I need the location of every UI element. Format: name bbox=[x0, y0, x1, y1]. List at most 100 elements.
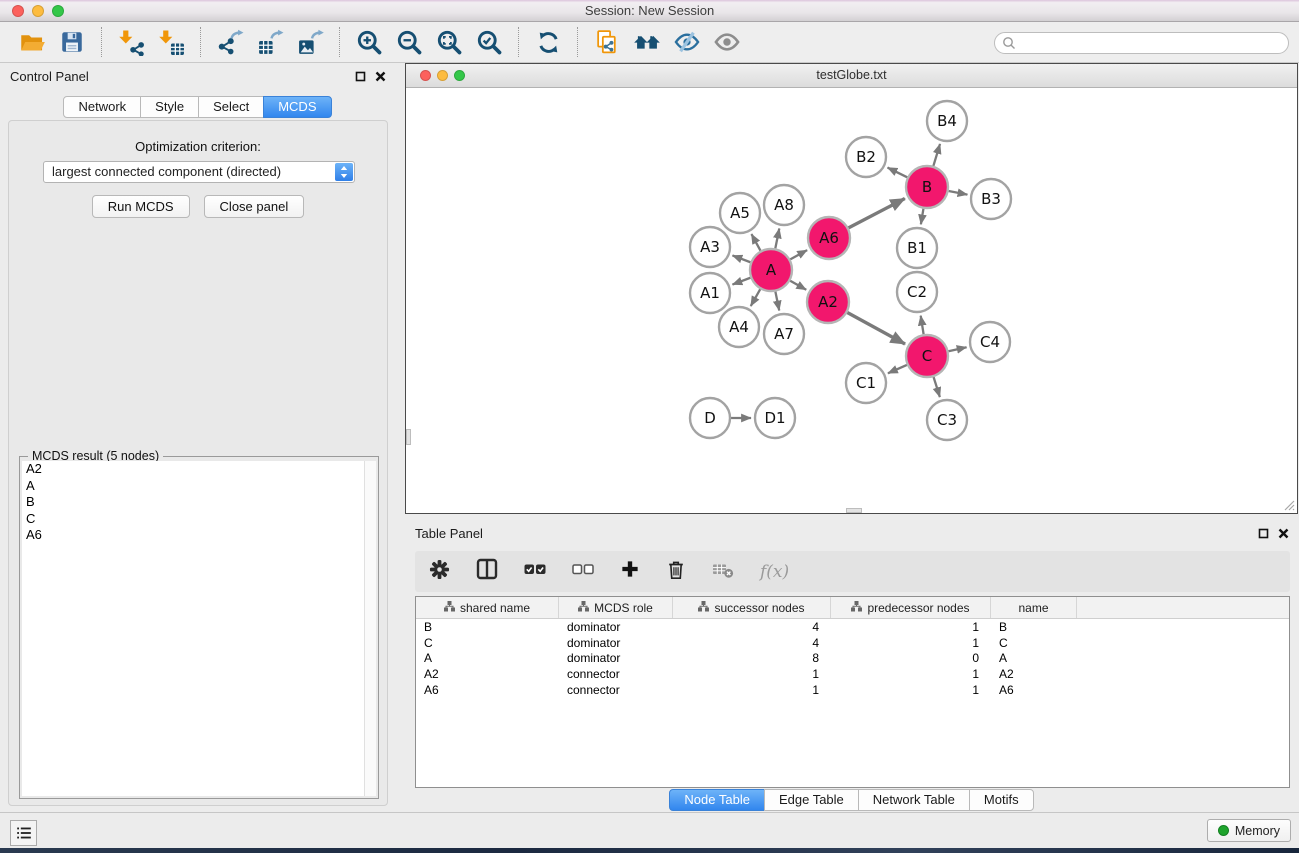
graph-edge-B-B2[interactable] bbox=[888, 168, 908, 178]
table-row[interactable]: Bdominator41B bbox=[416, 619, 1289, 635]
tab-network[interactable]: Network bbox=[63, 96, 141, 118]
network-graph-canvas[interactable]: AA1A2A3A4A5A6A7A8BB1B2B3B4CC1C2C3C4DD1 bbox=[406, 89, 1297, 513]
delete-table-icon[interactable] bbox=[712, 560, 734, 584]
graph-edge-C-C4[interactable] bbox=[948, 347, 966, 351]
table-cell[interactable]: dominator bbox=[559, 651, 673, 665]
search-input[interactable] bbox=[994, 32, 1289, 54]
table-cell[interactable]: dominator bbox=[559, 620, 673, 634]
table-cell[interactable]: 1 bbox=[673, 667, 831, 681]
mcds-result-item[interactable]: A bbox=[22, 478, 376, 495]
table-cell[interactable]: 4 bbox=[673, 620, 831, 634]
save-session-icon[interactable] bbox=[55, 25, 89, 59]
table-cell[interactable]: connector bbox=[559, 683, 673, 697]
table-cell[interactable]: 1 bbox=[831, 636, 991, 650]
table-cell[interactable]: 1 bbox=[831, 667, 991, 681]
canvas-bottom-scroll-handle[interactable] bbox=[846, 508, 862, 513]
export-image-icon[interactable] bbox=[293, 25, 327, 59]
graph-edge-A-A6[interactable] bbox=[790, 250, 807, 259]
graph-edge-A-A2[interactable] bbox=[790, 281, 806, 290]
table-cell[interactable]: 8 bbox=[673, 651, 831, 665]
float-panel-icon[interactable] bbox=[355, 71, 366, 82]
table-row[interactable]: A2connector11A2 bbox=[416, 666, 1289, 682]
canvas-left-scroll-handle[interactable] bbox=[406, 429, 411, 445]
open-file-icon[interactable] bbox=[15, 25, 49, 59]
table-cell[interactable]: C bbox=[416, 636, 559, 650]
graph-edge-C-C1[interactable] bbox=[888, 365, 907, 373]
run-mcds-button[interactable]: Run MCDS bbox=[92, 195, 190, 218]
mcds-result-item[interactable]: A2 bbox=[22, 461, 376, 478]
graph-edge-A-A1[interactable] bbox=[732, 278, 750, 285]
graph-edge-A-A7[interactable] bbox=[775, 292, 779, 311]
table-cell[interactable]: B bbox=[416, 620, 559, 634]
column-header-predecessor-nodes[interactable]: predecessor nodes bbox=[831, 597, 991, 618]
table-cell[interactable]: A2 bbox=[416, 667, 559, 681]
import-network-icon[interactable] bbox=[114, 25, 148, 59]
tab-select[interactable]: Select bbox=[198, 96, 264, 118]
add-column-icon[interactable] bbox=[620, 559, 640, 584]
graph-edge-C-C2[interactable] bbox=[921, 316, 924, 335]
tab-motifs[interactable]: Motifs bbox=[969, 789, 1034, 811]
table-cell[interactable]: dominator bbox=[559, 636, 673, 650]
network-window-titlebar[interactable]: testGlobe.txt bbox=[406, 64, 1297, 88]
table-cell[interactable]: 1 bbox=[831, 683, 991, 697]
table-row[interactable]: Adominator80A bbox=[416, 651, 1289, 667]
graph-edge-A-A4[interactable] bbox=[751, 289, 760, 306]
new-session-from-network-icon[interactable] bbox=[590, 25, 624, 59]
tab-network-table[interactable]: Network Table bbox=[858, 789, 970, 811]
table-cell[interactable]: C bbox=[991, 636, 1077, 650]
tab-mcds[interactable]: MCDS bbox=[263, 96, 331, 118]
table-cell[interactable]: 0 bbox=[831, 651, 991, 665]
zoom-in-icon[interactable] bbox=[352, 25, 386, 59]
home-icon[interactable] bbox=[630, 25, 664, 59]
deselect-all-icon[interactable] bbox=[572, 563, 594, 581]
memory-button[interactable]: Memory bbox=[1207, 819, 1291, 842]
graph-edge-B-B1[interactable] bbox=[921, 209, 924, 225]
close-panel-icon[interactable] bbox=[375, 71, 386, 82]
close-table-panel-icon[interactable] bbox=[1278, 528, 1289, 539]
settings-gear-icon[interactable] bbox=[429, 559, 450, 585]
column-header-MCDS-role[interactable]: MCDS role bbox=[559, 597, 673, 618]
graph-edge-A6-B[interactable] bbox=[849, 199, 905, 228]
table-mode-columns-icon[interactable] bbox=[476, 558, 498, 585]
mcds-result-item[interactable]: C bbox=[22, 511, 376, 528]
column-header-successor-nodes[interactable]: successor nodes bbox=[673, 597, 831, 618]
graph-edge-B-B4[interactable] bbox=[933, 144, 940, 166]
mcds-result-item[interactable]: B bbox=[22, 494, 376, 511]
table-cell[interactable]: 1 bbox=[673, 683, 831, 697]
export-network-icon[interactable] bbox=[213, 25, 247, 59]
table-cell[interactable]: 1 bbox=[831, 620, 991, 634]
import-table-icon[interactable] bbox=[154, 25, 188, 59]
table-row[interactable]: Cdominator41C bbox=[416, 635, 1289, 651]
table-cell[interactable]: A6 bbox=[416, 683, 559, 697]
column-header-name[interactable]: name bbox=[991, 597, 1077, 618]
zoom-fit-icon[interactable] bbox=[432, 25, 466, 59]
hide-graphics-details-icon[interactable] bbox=[670, 25, 704, 59]
graph-edge-A-A8[interactable] bbox=[775, 229, 779, 249]
resize-grip-icon[interactable] bbox=[1281, 497, 1295, 511]
export-table-icon[interactable] bbox=[253, 25, 287, 59]
task-history-button[interactable] bbox=[10, 820, 37, 846]
tab-style[interactable]: Style bbox=[140, 96, 199, 118]
graph-edge-B-B3[interactable] bbox=[949, 191, 968, 195]
table-cell[interactable]: A bbox=[416, 651, 559, 665]
criterion-select[interactable]: largest connected component (directed) bbox=[43, 161, 355, 183]
table-cell[interactable]: B bbox=[991, 620, 1077, 634]
column-header-shared-name[interactable]: shared name bbox=[416, 597, 559, 618]
mcds-list-scrollbar[interactable] bbox=[364, 461, 376, 796]
delete-column-icon[interactable] bbox=[666, 559, 686, 585]
table-cell[interactable]: connector bbox=[559, 667, 673, 681]
table-cell[interactable]: A6 bbox=[991, 683, 1077, 697]
float-table-panel-icon[interactable] bbox=[1258, 528, 1269, 539]
table-row[interactable]: A6connector11A6 bbox=[416, 682, 1289, 698]
tab-edge-table[interactable]: Edge Table bbox=[764, 789, 859, 811]
mcds-result-item[interactable]: A6 bbox=[22, 527, 376, 544]
zoom-out-icon[interactable] bbox=[392, 25, 426, 59]
select-all-icon[interactable] bbox=[524, 563, 546, 581]
graph-edge-A-A3[interactable] bbox=[732, 255, 750, 262]
function-builder-icon[interactable]: f(x) bbox=[760, 562, 789, 582]
tab-node-table[interactable]: Node Table bbox=[669, 789, 765, 811]
graph-edge-C-C3[interactable] bbox=[934, 377, 940, 397]
graph-edge-A-A5[interactable] bbox=[751, 234, 760, 251]
table-cell[interactable]: A2 bbox=[991, 667, 1077, 681]
table-cell[interactable]: 4 bbox=[673, 636, 831, 650]
